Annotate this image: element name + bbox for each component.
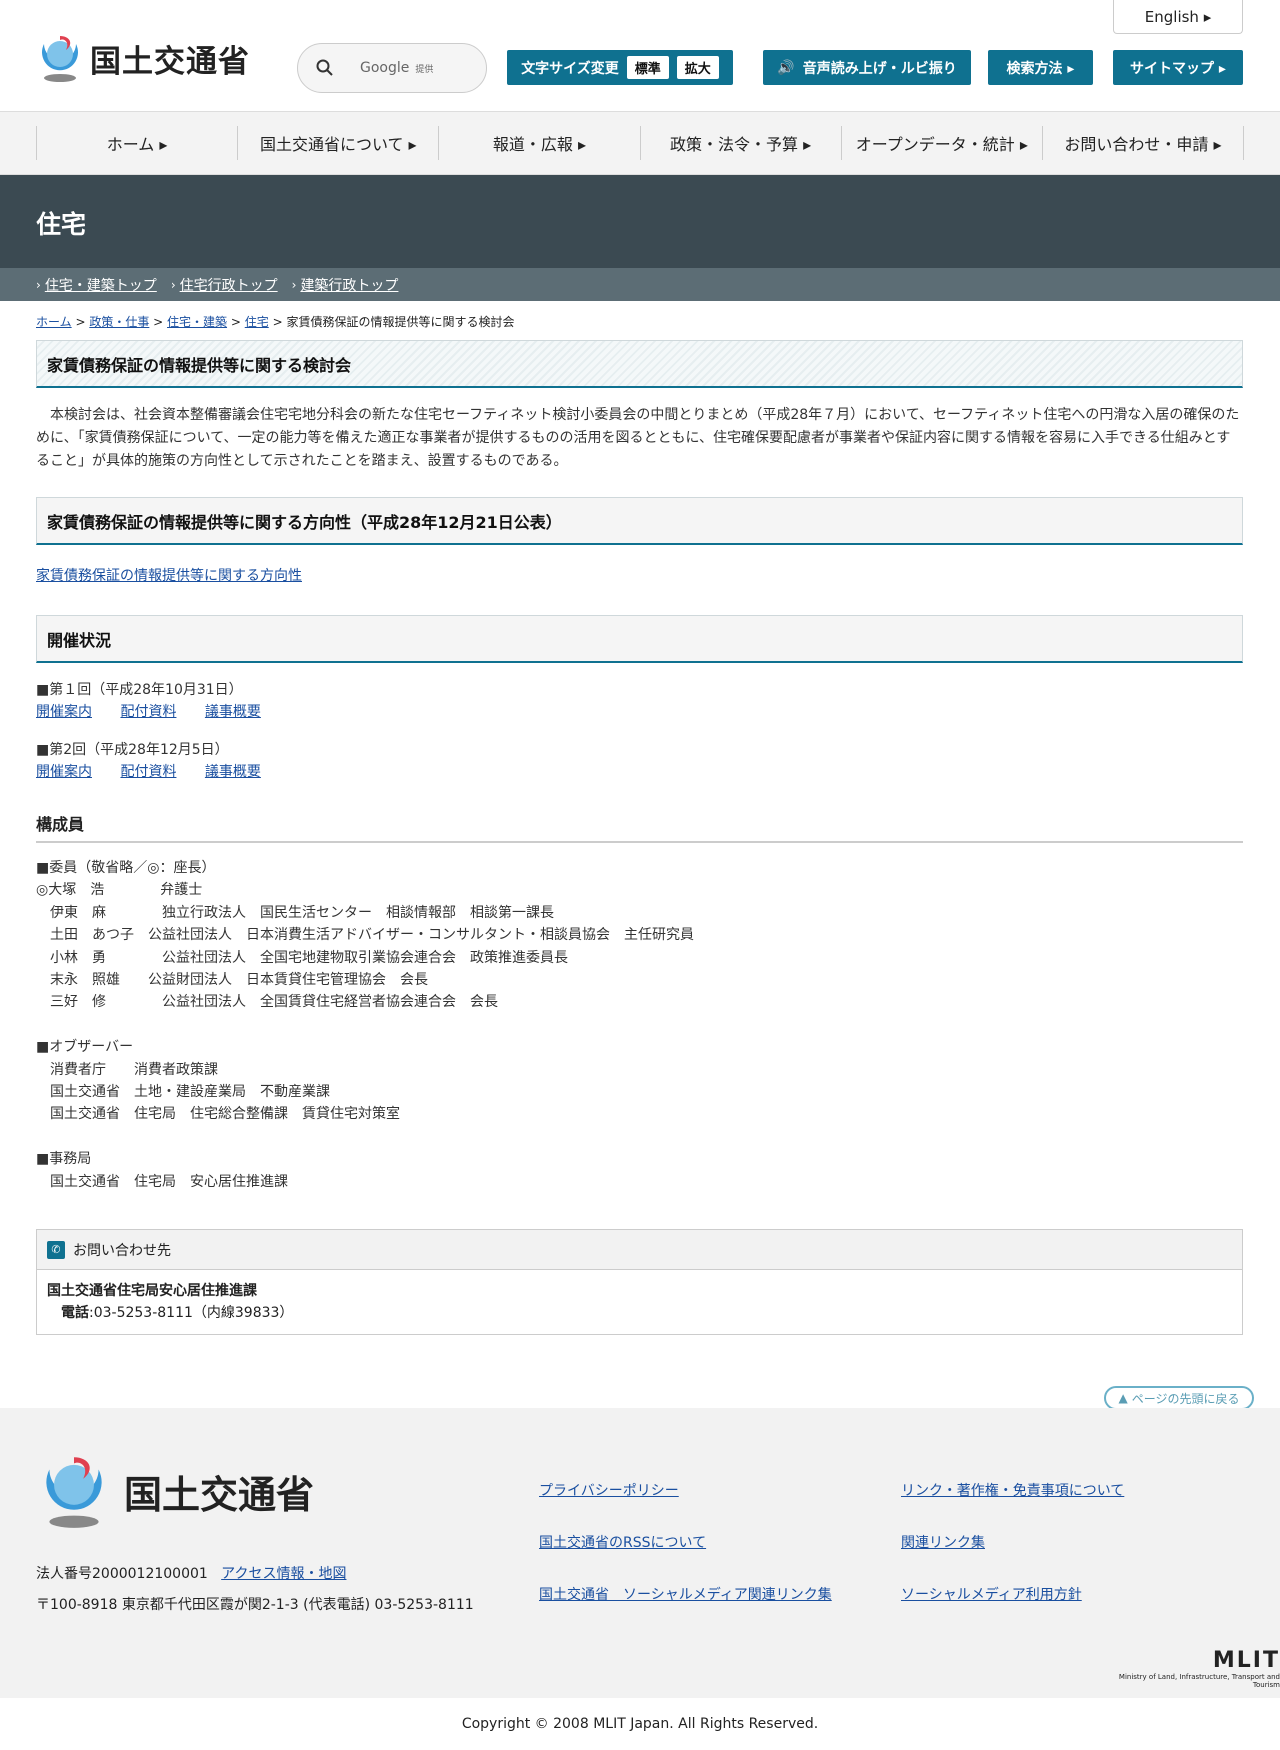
meeting-1: ■第１回（平成28年10月31日） 開催案内 配付資料 議事概要	[36, 679, 1243, 723]
contact-box: ✆ お問い合わせ先 国土交通省住宅局安心居住推進課 電話:03-5253-811…	[36, 1229, 1243, 1336]
meeting-2-summary-link[interactable]: 議事概要	[205, 764, 261, 780]
intro-text: 本検討会は、社会資本整備審議会住宅宅地分科会の新たな住宅セーフティネット検討小委…	[36, 407, 1240, 469]
page-title: 家賃債務保証の情報提供等に関する検討会	[36, 340, 1243, 388]
phone-icon: ✆	[47, 1240, 65, 1259]
direction-heading: 家賃債務保証の情報提供等に関する方向性（平成28年12月21日公表）	[36, 497, 1243, 545]
mlit-logo-icon	[36, 30, 84, 86]
contact-org: 国土交通省住宅局安心居住推進課	[47, 1283, 257, 1300]
search-method-button[interactable]: 検索方法 ▸	[988, 50, 1093, 85]
meeting-2-notice-link[interactable]: 開催案内	[36, 764, 92, 780]
social-links-link[interactable]: 国土交通省 ソーシャルメディア関連リンク集	[539, 1584, 832, 1604]
copyright-link[interactable]: リンク・著作権・免責事項について	[901, 1480, 1124, 1500]
sub-link-building-admin[interactable]: 建築行政トップ	[300, 275, 398, 295]
access-link[interactable]: アクセス情報・地図	[221, 1566, 346, 1582]
breadcrumb-housing[interactable]: 住宅	[245, 315, 269, 329]
breadcrumb: ホーム > 政策・仕事 > 住宅・建築 > 住宅 > 家賃債務保証の情報提供等に…	[36, 315, 515, 329]
speaker-icon: 🔊	[777, 59, 795, 76]
nav-home[interactable]: ホーム ▸	[36, 126, 237, 160]
english-button[interactable]: English ▸	[1113, 0, 1243, 34]
font-size-label: 文字サイズ変更	[521, 60, 619, 77]
footer-address: 〒100-8918 東京都千代田区霞が関2-1-3 (代表電話) 03-5253…	[36, 1597, 474, 1613]
font-standard-button[interactable]: 標準	[626, 56, 669, 79]
meeting-2: ■第2回（平成28年12月5日） 開催案内 配付資料 議事概要	[36, 739, 1243, 783]
arrow-up-icon: ▲	[1118, 1391, 1128, 1405]
meeting-1-notice-link[interactable]: 開催案内	[36, 704, 92, 720]
page-category-title: 住宅	[36, 210, 87, 239]
meeting-title: ■第１回（平成28年10月31日）	[36, 682, 243, 698]
search-icon[interactable]	[316, 59, 334, 77]
social-policy-link[interactable]: ソーシャルメディア利用方針	[901, 1584, 1082, 1604]
sub-link-housing-admin[interactable]: 住宅行政トップ	[180, 275, 278, 295]
main-content: 家賃債務保証の情報提供等に関する検討会 本検討会は、社会資本整備審議会住宅宅地分…	[36, 340, 1243, 1336]
nav-opendata[interactable]: オープンデータ・統計 ▸	[840, 126, 1042, 160]
footer-corp-info: 法人番号2000012100001 アクセス情報・地図	[36, 1566, 347, 1582]
members-heading: 構成員	[36, 811, 1243, 843]
nav-contact[interactable]: お問い合わせ・申請 ▸	[1041, 126, 1245, 160]
meeting-1-summary-link[interactable]: 議事概要	[205, 704, 261, 720]
site-footer: 国土交通省 法人番号2000012100001 アクセス情報・地図 〒100-8…	[0, 1408, 1280, 1698]
meeting-2-materials-link[interactable]: 配付資料	[120, 764, 176, 780]
title-band: 住宅	[0, 175, 1280, 268]
chevron-right-icon: ›	[36, 277, 41, 292]
global-nav: ホーム ▸ 国土交通省について ▸ 報道・広報 ▸ 政策・法令・予算 ▸ オープ…	[0, 112, 1280, 175]
page-top-button[interactable]: ▲ ページの先頭に戻る	[1104, 1386, 1254, 1410]
related-links-link[interactable]: 関連リンク集	[901, 1532, 985, 1552]
meeting-title: ■第2回（平成28年12月5日）	[36, 742, 229, 758]
mlit-logo: MLIT Ministry of Land, Infrastructure, T…	[1118, 1648, 1280, 1689]
contact-header: ✆ お問い合わせ先	[37, 1230, 1242, 1271]
search-box[interactable]: Google 提供	[297, 43, 487, 93]
chevron-right-icon: ›	[170, 277, 176, 292]
footer-logo[interactable]: 国土交通省	[36, 1448, 314, 1534]
sitemap-button[interactable]: サイトマップ ▸	[1113, 50, 1243, 85]
logo-text: 国土交通省	[90, 43, 250, 80]
status-heading: 開催状況	[36, 615, 1243, 663]
site-logo[interactable]: 国土交通省	[36, 30, 250, 86]
nav-policy[interactable]: 政策・法令・予算 ▸	[639, 126, 841, 160]
rss-link[interactable]: 国土交通省のRSSについて	[539, 1532, 706, 1552]
members-list: ■委員（敬省略／◎：座長） ◎大塚 浩 弁護士 伊東 麻 独立行政法人 国民生活…	[36, 860, 694, 1190]
search-input[interactable]: Google 提供	[360, 60, 433, 76]
sub-nav: › 住宅・建築トップ › 住宅行政トップ › 建築行政トップ	[0, 268, 1280, 301]
mlit-logo-icon	[46, 1457, 102, 1528]
contact-phone: 電話:03-5253-8111（内線39833）	[61, 1305, 294, 1322]
breadcrumb-current: 家賃債務保証の情報提供等に関する検討会	[286, 315, 515, 329]
meeting-1-materials-link[interactable]: 配付資料	[120, 704, 176, 720]
nav-press[interactable]: 報道・広報 ▸	[438, 126, 639, 160]
sub-link-housing-top[interactable]: 住宅・建築トップ	[45, 275, 157, 295]
font-large-button[interactable]: 拡大	[676, 56, 719, 79]
nav-about[interactable]: 国土交通省について ▸	[237, 126, 438, 160]
speech-button[interactable]: 🔊 音声読み上げ・ルビ振り	[763, 50, 971, 85]
breadcrumb-housing-building[interactable]: 住宅・建築	[167, 315, 227, 329]
breadcrumb-home[interactable]: ホーム	[36, 315, 72, 329]
font-size-control: 文字サイズ変更 標準 拡大	[507, 50, 733, 85]
breadcrumb-policy[interactable]: 政策・仕事	[89, 315, 149, 329]
chevron-right-icon: ›	[291, 277, 297, 292]
direction-link[interactable]: 家賃債務保証の情報提供等に関する方向性	[36, 568, 302, 584]
privacy-link[interactable]: プライバシーポリシー	[539, 1480, 679, 1500]
site-header: 国土交通省 English ▸ Google 提供 文字サイズ変更 標準 拡大 🔊…	[0, 0, 1280, 112]
copyright: Copyright © 2008 MLIT Japan. All Rights …	[0, 1698, 1280, 1750]
